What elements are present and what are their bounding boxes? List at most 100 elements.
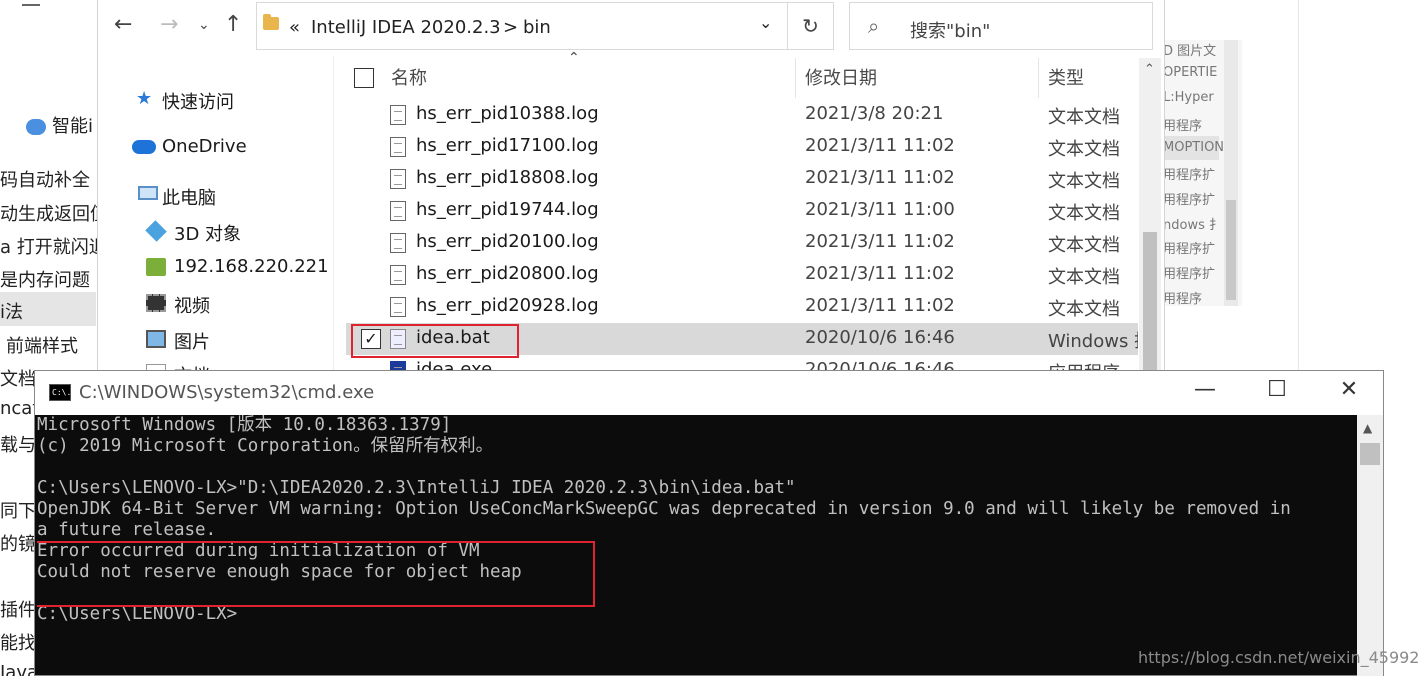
background-item: 能找 [0, 633, 36, 654]
console-line: (c) 2019 Microsoft Corporation。保留所有权利。 [37, 436, 494, 456]
close-icon[interactable]: ✕ [1329, 377, 1369, 402]
breadcrumb-item-intellij[interactable]: IntelliJ IDEA 2020.2.3 [311, 17, 501, 38]
file-list-scrollbar[interactable]: ⌃ [1139, 58, 1161, 372]
background-item: 用程序扩 [1163, 267, 1216, 282]
console-line: OpenJDK 64-Bit Server VM warning: Option… [37, 499, 1291, 519]
background-item: ndows 扌 [1163, 218, 1222, 233]
text-file-icon [390, 297, 406, 317]
cmd-title-bar[interactable]: C:\. C:\WINDOWS\system32\cmd.exe — ☐ ✕ [35, 371, 1383, 415]
background-scrollbar [1224, 40, 1238, 306]
file-type: 文本文档 [1048, 267, 1120, 288]
refresh-button[interactable]: ↻ [788, 2, 834, 50]
text-file-icon [390, 233, 406, 253]
select-all-checkbox[interactable] [354, 68, 374, 88]
file-row[interactable]: hs_err_pid10388.log 2021/3/8 20:21 文本文档 [346, 99, 1138, 131]
background-item: L:Hyper [1163, 90, 1214, 105]
console-line: Microsoft Windows [版本 10.0.18363.1379] [37, 415, 452, 435]
background-item: Java [0, 662, 39, 676]
background-item: i法 [0, 302, 24, 323]
nav-item-onedrive[interactable]: OneDrive [162, 136, 247, 157]
background-item: 文档 [0, 369, 36, 390]
cloud-icon [132, 140, 156, 154]
scroll-up-icon[interactable]: ▲ [1363, 421, 1372, 435]
robot-icon [26, 119, 46, 135]
file-explorer-window: ← → ⌄ ↑ « IntelliJ IDEA 2020.2.3 > bin ⌄… [97, 0, 1165, 372]
scrollbar-thumb[interactable] [1143, 232, 1157, 372]
file-row[interactable]: hs_err_pid18808.log 2021/3/11 11:02 文本文档 [346, 163, 1138, 195]
file-name: hs_err_pid17100.log [416, 135, 599, 156]
recent-locations-chevron-icon[interactable]: ⌄ [198, 12, 210, 38]
scrollbar-thumb[interactable] [1360, 443, 1380, 465]
star-icon: ★ [136, 88, 153, 109]
computer-icon [138, 186, 158, 200]
file-name: hs_err_pid20928.log [416, 295, 599, 316]
file-name: hs_err_pid20100.log [416, 231, 599, 252]
text-file-icon [390, 105, 406, 125]
text-file-icon [390, 169, 406, 189]
back-arrow-icon[interactable]: ← [114, 12, 132, 38]
nav-item-pictures[interactable]: 图片 [174, 328, 210, 354]
breadcrumb-overflow[interactable]: « [289, 17, 300, 38]
file-type: 文本文档 [1048, 203, 1120, 224]
file-date: 2021/3/11 11:00 [805, 199, 955, 220]
console-output[interactable]: Microsoft Windows [版本 10.0.18363.1379] (… [37, 415, 1357, 676]
pictures-icon [146, 330, 166, 348]
file-date: 2021/3/11 11:02 [805, 263, 955, 284]
background-item: 用程序 [1163, 292, 1203, 306]
breadcrumb-item-bin[interactable]: bin [523, 17, 551, 38]
refresh-icon: ↻ [802, 14, 819, 38]
file-row[interactable]: hs_err_pid20928.log 2021/3/11 11:02 文本文档 [346, 291, 1138, 323]
scroll-up-icon[interactable]: ⌃ [1144, 62, 1155, 77]
background-item: 用程序扩 [1163, 193, 1216, 208]
folder-icon [263, 14, 279, 30]
search-input[interactable]: ⌕ 搜索"bin" [849, 2, 1153, 50]
text-file-icon [390, 201, 406, 221]
background-item: 用程序扩 [1163, 242, 1216, 257]
file-type: 文本文档 [1048, 107, 1120, 128]
nav-item-this-pc[interactable]: 此电脑 [162, 184, 216, 210]
video-icon [146, 294, 166, 312]
up-arrow-icon[interactable]: ↑ [224, 12, 242, 38]
column-header-type[interactable]: 类型 [1048, 64, 1084, 90]
background-window-right: D 图片文 OPERTIE L:Hyper 用程序 MOPTION 用程序扩 用… [1160, 40, 1242, 306]
nav-item-3d-objects[interactable]: 3D 对象 [174, 220, 241, 246]
highlight-box-idea-bat [351, 324, 519, 358]
background-item: 用程序 [1163, 119, 1203, 134]
column-separator [795, 58, 796, 98]
background-item: 动生成返回值 [0, 204, 100, 225]
menu-icon [0, 0, 44, 14]
file-date: 2021/3/8 20:21 [805, 103, 944, 124]
cmd-window-title: C:\WINDOWS\system32\cmd.exe [79, 382, 375, 403]
file-date: 2021/3/11 11:02 [805, 167, 955, 188]
file-name: hs_err_pid10388.log [416, 103, 599, 124]
file-type: 文本文档 [1048, 299, 1120, 320]
network-drive-icon [146, 258, 166, 276]
file-name: hs_err_pid20800.log [416, 263, 599, 284]
file-row[interactable]: hs_err_pid17100.log 2021/3/11 11:02 文本文档 [346, 131, 1138, 163]
column-header-name[interactable]: 名称 [391, 64, 427, 90]
text-file-icon [390, 265, 406, 285]
address-dropdown-chevron-icon[interactable]: ⌄ [759, 13, 772, 32]
background-item: 是内存问题 [0, 270, 90, 291]
maximize-icon[interactable]: ☐ [1257, 377, 1297, 402]
background-item: OPERTIE [1163, 65, 1218, 80]
forward-arrow-icon[interactable]: → [160, 12, 178, 38]
file-row[interactable]: hs_err_pid20100.log 2021/3/11 11:02 文本文档 [346, 227, 1138, 259]
column-header-date[interactable]: 修改日期 [805, 64, 877, 90]
search-placeholder: 搜索"bin" [910, 21, 991, 42]
nav-item-videos[interactable]: 视频 [174, 292, 210, 318]
nav-item-network-drive[interactable]: 192.168.220.221 [174, 256, 329, 277]
background-item: 智能i [26, 112, 93, 138]
file-row[interactable]: hs_err_pid19744.log 2021/3/11 11:00 文本文档 [346, 195, 1138, 227]
nav-item-quick-access[interactable]: 快速访问 [162, 88, 234, 114]
console-scrollbar[interactable]: ▲ [1357, 415, 1383, 676]
console-line: a future release. [37, 520, 217, 540]
file-date: 2020/10/6 16:46 [805, 327, 955, 348]
file-type: 文本文档 [1048, 235, 1120, 256]
file-row[interactable]: hs_err_pid20800.log 2021/3/11 11:02 文本文档 [346, 259, 1138, 291]
pane-divider [333, 56, 334, 372]
highlight-box-error [37, 541, 595, 607]
minimize-icon[interactable]: — [1185, 377, 1225, 402]
address-bar[interactable]: « IntelliJ IDEA 2020.2.3 > bin ⌄ [256, 2, 788, 50]
console-icon: C:\. [49, 384, 71, 401]
